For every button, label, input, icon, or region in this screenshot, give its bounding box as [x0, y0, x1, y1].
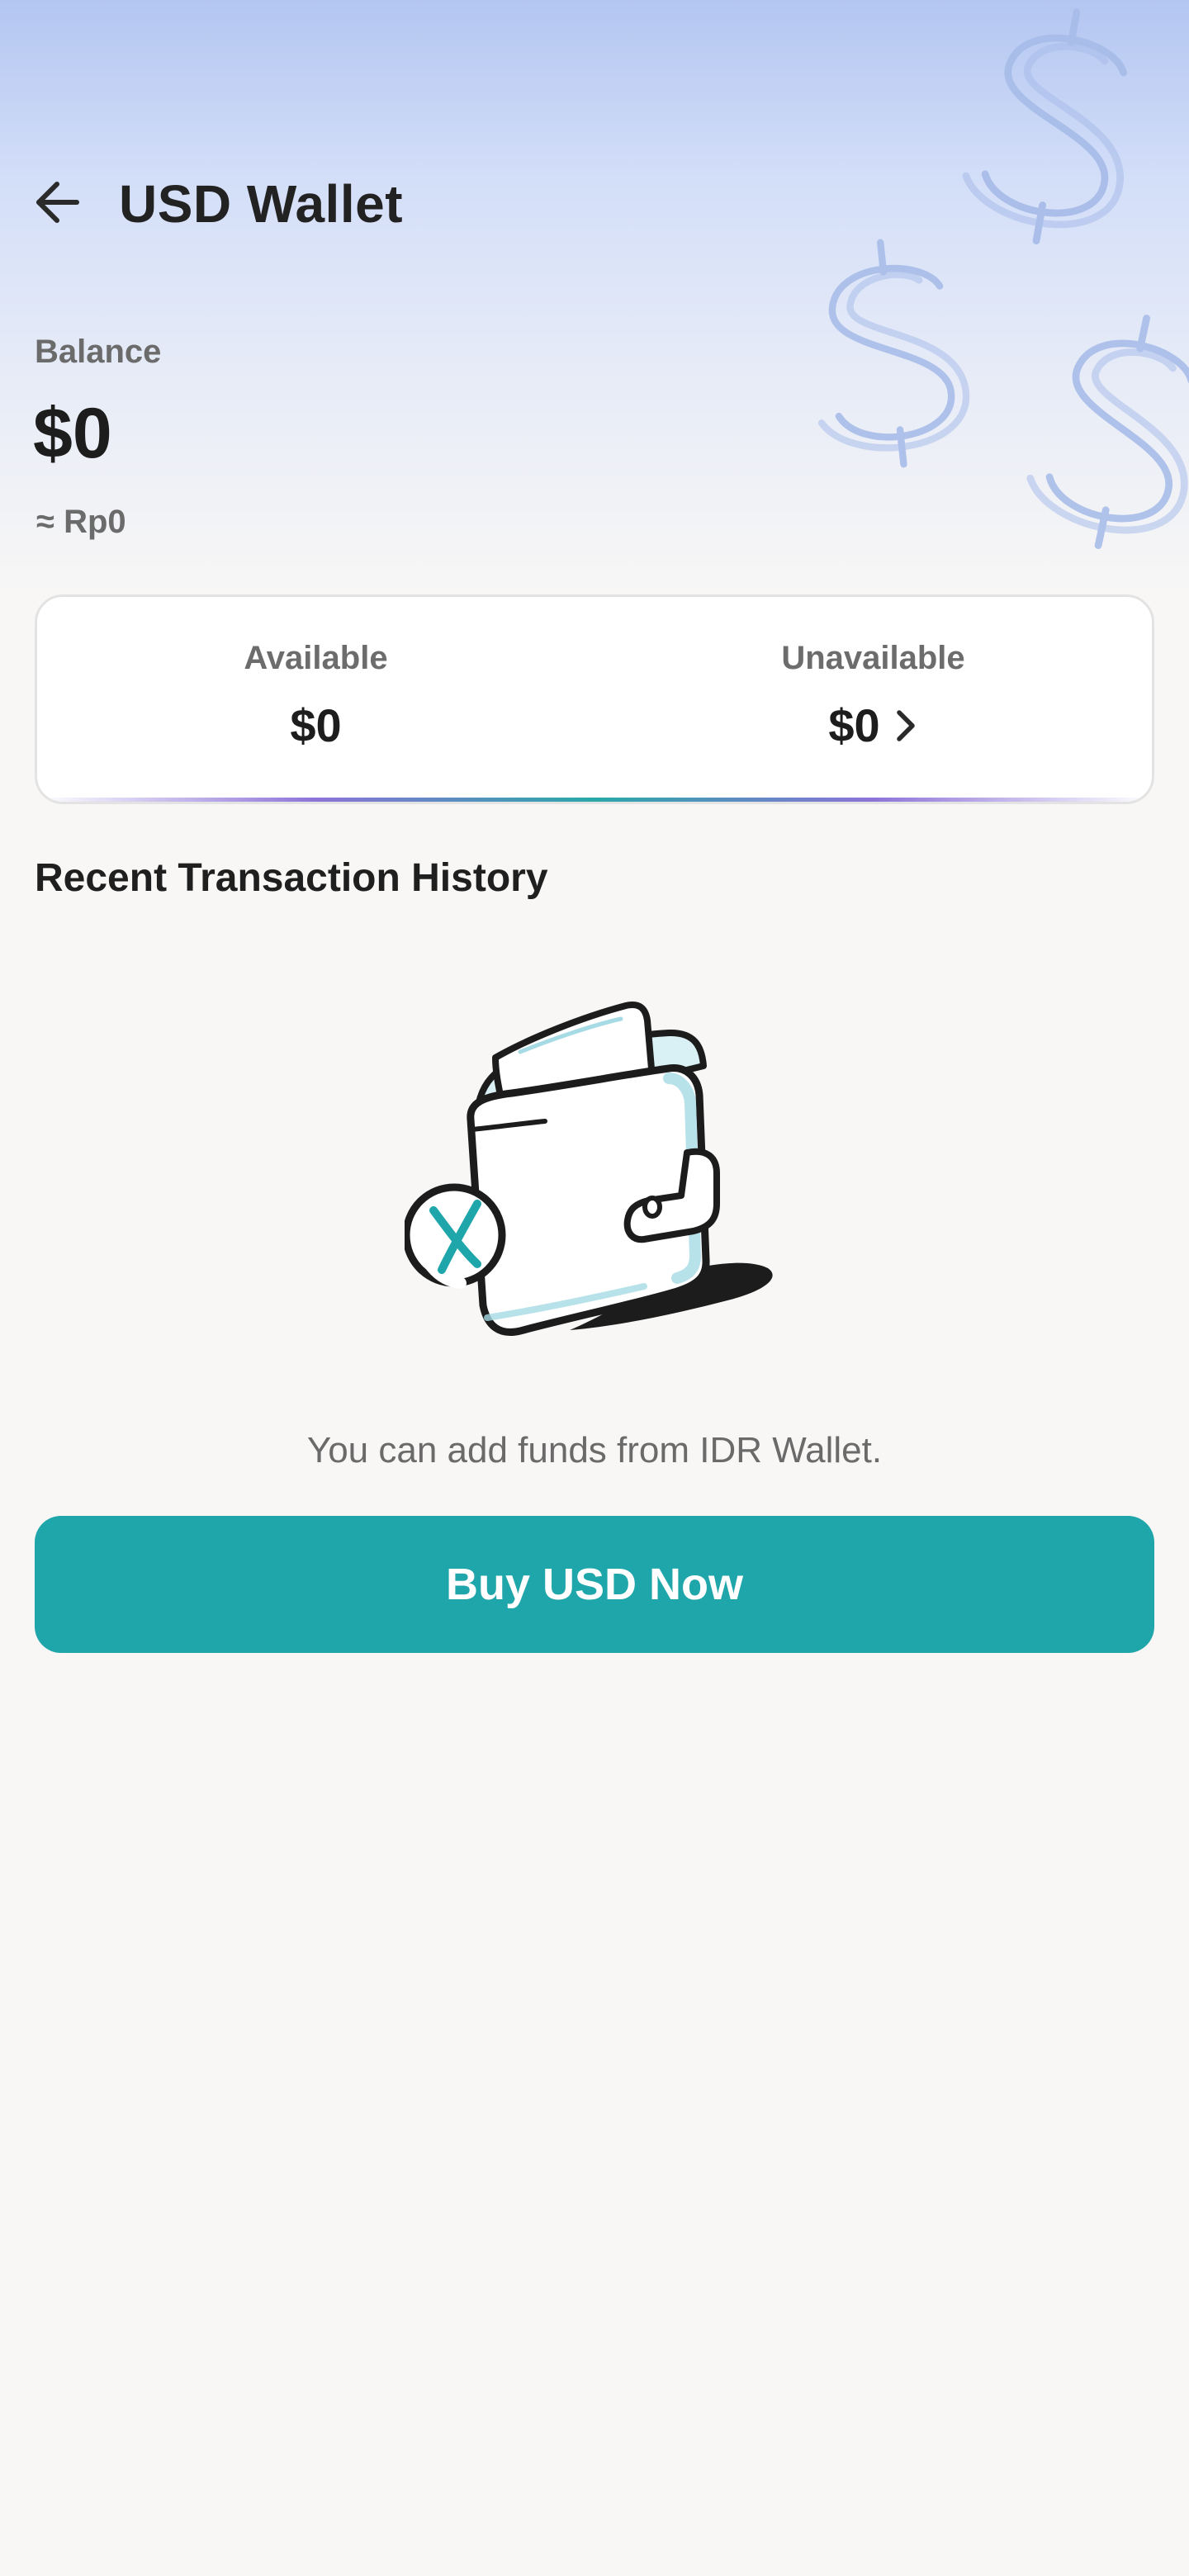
top-bar: USD Wallet [0, 149, 1189, 256]
balance-breakdown-card: Available $0 Unavailable $0 [35, 594, 1154, 804]
empty-history-message: You can add funds from IDR Wallet. [306, 1430, 883, 1470]
buy-usd-button-label: Buy USD Now [445, 1560, 744, 1609]
empty-wallet-icon [405, 1002, 773, 1336]
unavailable-value-row[interactable]: $0 [828, 698, 917, 752]
balance-value: $0 [33, 394, 112, 473]
dollar-sign-decoration-icon [817, 8, 1189, 549]
section-title-recent-transactions: Recent Transaction History [35, 856, 548, 900]
balance-label: Balance [35, 334, 162, 370]
chevron-right-icon[interactable] [893, 708, 918, 744]
unavailable-label: Unavailable [781, 640, 965, 676]
balance-idr-equivalent: ≈ Rp0 [36, 504, 126, 540]
arrow-left-icon [36, 182, 79, 223]
card-accent-line [37, 798, 1152, 802]
usd-wallet-screen: USD Wallet Balance $0 ≈ Rp0 Available $0… [0, 0, 1189, 2576]
back-button[interactable] [25, 169, 91, 235]
available-label: Available [244, 640, 388, 676]
available-balance: Available $0 [37, 597, 594, 802]
buy-usd-button[interactable]: Buy USD Now [35, 1516, 1154, 1653]
available-value: $0 [290, 699, 342, 751]
unavailable-balance[interactable]: Unavailable $0 [594, 597, 1152, 802]
page-title: USD Wallet [119, 174, 403, 234]
available-value-row: $0 [290, 698, 341, 752]
unavailable-value: $0 [828, 699, 880, 751]
